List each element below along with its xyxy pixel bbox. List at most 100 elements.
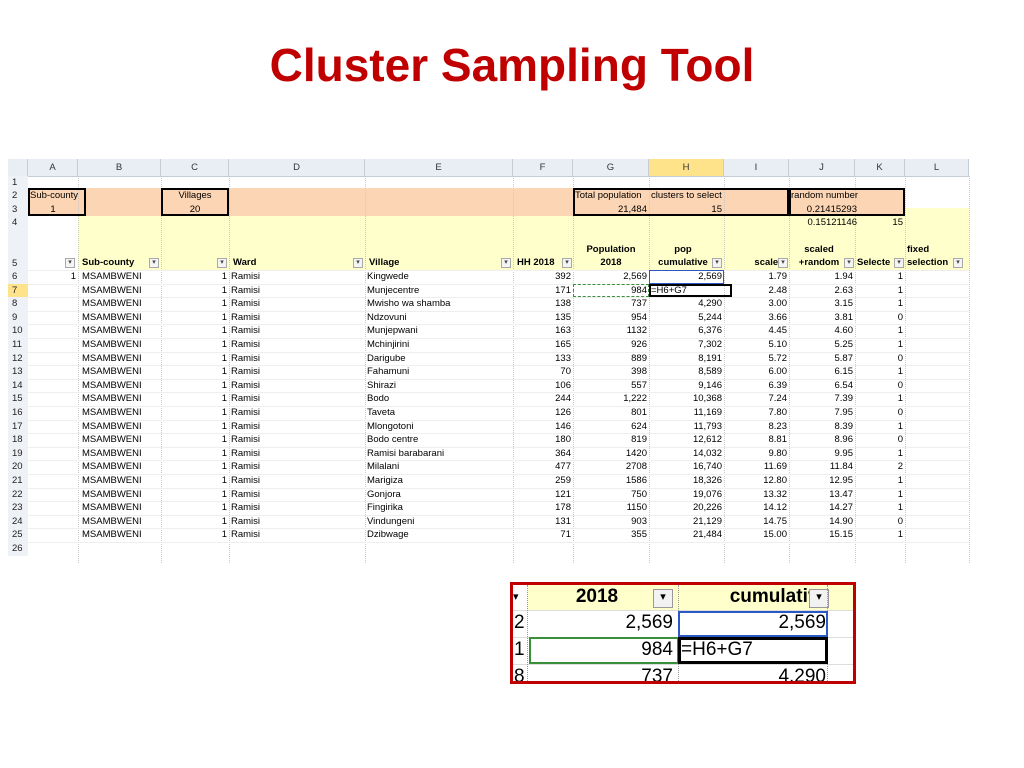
- column-header-c[interactable]: C: [161, 159, 229, 176]
- row-header-26[interactable]: 26: [8, 542, 28, 556]
- cell-h8[interactable]: 4,290: [649, 297, 724, 311]
- column-header-f[interactable]: F: [513, 159, 573, 176]
- cell-h19[interactable]: 14,032: [649, 447, 724, 461]
- column-header-i[interactable]: I: [724, 159, 789, 176]
- cell-h18[interactable]: 12,612: [649, 433, 724, 447]
- row-header-13[interactable]: 13: [8, 365, 28, 379]
- cell-h10[interactable]: 6,376: [649, 324, 724, 338]
- cell-g13[interactable]: 398: [573, 365, 649, 379]
- cell-h14[interactable]: 9,146: [649, 379, 724, 393]
- row-header-8[interactable]: 8: [8, 297, 28, 311]
- filter-dropdown-f[interactable]: ▾: [562, 258, 572, 268]
- row-header-15[interactable]: 15: [8, 392, 28, 406]
- cell-h13[interactable]: 8,589: [649, 365, 724, 379]
- row-header-12[interactable]: 12: [8, 351, 28, 366]
- cell-c21: 1: [221, 475, 227, 486]
- cell-h21[interactable]: 18,326: [649, 474, 724, 488]
- cell-g24[interactable]: 903: [573, 515, 649, 529]
- column-header-a[interactable]: A: [28, 159, 78, 176]
- cell-d19: Ramisi: [231, 447, 261, 459]
- cell-g10[interactable]: 1132: [573, 324, 649, 338]
- inset-filter-right[interactable]: ▾: [809, 589, 829, 608]
- cell-h9[interactable]: 5,244: [649, 311, 724, 325]
- cell-g18[interactable]: 819: [573, 433, 649, 447]
- cell-g12[interactable]: 889: [573, 352, 649, 366]
- cell-j11: 5.25: [834, 339, 854, 350]
- column-header-g[interactable]: G: [573, 159, 649, 176]
- row-header-4[interactable]: 4: [8, 215, 28, 230]
- row-header-14[interactable]: 14: [8, 378, 28, 393]
- column-header-d[interactable]: D: [229, 159, 365, 176]
- cell-h15[interactable]: 10,368: [649, 392, 724, 406]
- column-header-j[interactable]: J: [789, 159, 855, 176]
- row-header-20[interactable]: 20: [8, 460, 28, 474]
- column-header-l[interactable]: L: [905, 159, 969, 176]
- inset-filter-left[interactable]: ▾: [653, 589, 673, 608]
- cell-h23[interactable]: 20,226: [649, 501, 724, 515]
- inset-filter-edge[interactable]: ▾: [513, 590, 523, 605]
- filter-dropdown-c[interactable]: ▾: [217, 258, 227, 268]
- cell-h25[interactable]: 21,484: [649, 528, 724, 542]
- column-header-e[interactable]: E: [365, 159, 513, 176]
- cell-h16[interactable]: 11,169: [649, 406, 724, 420]
- row-header-3[interactable]: 3: [8, 202, 28, 216]
- row-header-11[interactable]: 11: [8, 338, 28, 352]
- row-header-6[interactable]: 6: [8, 270, 28, 284]
- row-header-7[interactable]: 7: [8, 283, 28, 298]
- cell-h20[interactable]: 16,740: [649, 460, 724, 474]
- row-header-10[interactable]: 10: [8, 324, 28, 338]
- row-header-21[interactable]: 21: [8, 474, 28, 488]
- column-header-b[interactable]: B: [78, 159, 161, 176]
- row-header-18[interactable]: 18: [8, 433, 28, 447]
- cell-g17[interactable]: 624: [573, 420, 649, 434]
- cell-b25: MSAMBWENI: [82, 529, 142, 541]
- filter-dropdown-e[interactable]: ▾: [501, 258, 511, 268]
- cell-h17[interactable]: 11,793: [649, 420, 724, 434]
- filter-dropdown-h[interactable]: ▾: [712, 258, 722, 268]
- row-header-17[interactable]: 17: [8, 419, 28, 434]
- filter-dropdown-b[interactable]: ▾: [149, 258, 159, 268]
- filter-dropdown-i[interactable]: ▾: [778, 258, 788, 268]
- inset-cell-right[interactable]: 4,290: [681, 665, 826, 681]
- active-cell-h7[interactable]: [649, 283, 732, 298]
- row-header-19[interactable]: 19: [8, 446, 28, 461]
- cell-g20[interactable]: 2708: [573, 460, 649, 474]
- cell-g23[interactable]: 1150: [573, 501, 649, 515]
- cell-g15[interactable]: 1,222: [573, 392, 649, 406]
- row-header-22[interactable]: 22: [8, 487, 28, 502]
- filter-dropdown-k[interactable]: ▾: [894, 258, 904, 268]
- cell-h12[interactable]: 8,191: [649, 352, 724, 366]
- row-header-23[interactable]: 23: [8, 501, 28, 515]
- inset-active-cell[interactable]: [678, 637, 828, 664]
- filter-dropdown-j[interactable]: ▾: [844, 258, 854, 268]
- cell-h11[interactable]: 7,302: [649, 338, 724, 352]
- filter-dropdown-l[interactable]: ▾: [953, 258, 963, 268]
- column-header-h[interactable]: H: [649, 159, 724, 176]
- filter-dropdown-d[interactable]: ▾: [353, 258, 363, 268]
- cell-g25[interactable]: 355: [573, 528, 649, 542]
- row-header-2[interactable]: 2: [8, 189, 28, 203]
- g7-reference-outline: [573, 283, 649, 298]
- cell-g9[interactable]: 954: [573, 311, 649, 325]
- row-header-16[interactable]: 16: [8, 406, 28, 420]
- cell-g8[interactable]: 737: [573, 297, 649, 311]
- cell-i20: 11.69: [763, 461, 787, 473]
- row-header-5[interactable]: 5: [8, 229, 28, 270]
- cell-g21[interactable]: 1586: [573, 474, 649, 488]
- cell-g22[interactable]: 750: [573, 488, 649, 502]
- cell-g14[interactable]: 557: [573, 379, 649, 393]
- cell-g16[interactable]: 801: [573, 406, 649, 420]
- row-header-1[interactable]: 1: [8, 176, 28, 190]
- row-header-9[interactable]: 9: [8, 310, 28, 325]
- column-header-k[interactable]: K: [855, 159, 905, 176]
- cell-g6[interactable]: 2,569: [573, 270, 649, 284]
- row-header-24[interactable]: 24: [8, 514, 28, 529]
- cell-h22[interactable]: 19,076: [649, 488, 724, 502]
- cell-g11[interactable]: 926: [573, 338, 649, 352]
- row-header-25[interactable]: 25: [8, 528, 28, 542]
- select-all-corner[interactable]: [8, 159, 28, 176]
- filter-dropdown-a[interactable]: ▾: [65, 258, 75, 268]
- cell-g19[interactable]: 1420: [573, 447, 649, 461]
- cell-i6: 1.79: [768, 271, 788, 282]
- cell-h24[interactable]: 21,129: [649, 515, 724, 529]
